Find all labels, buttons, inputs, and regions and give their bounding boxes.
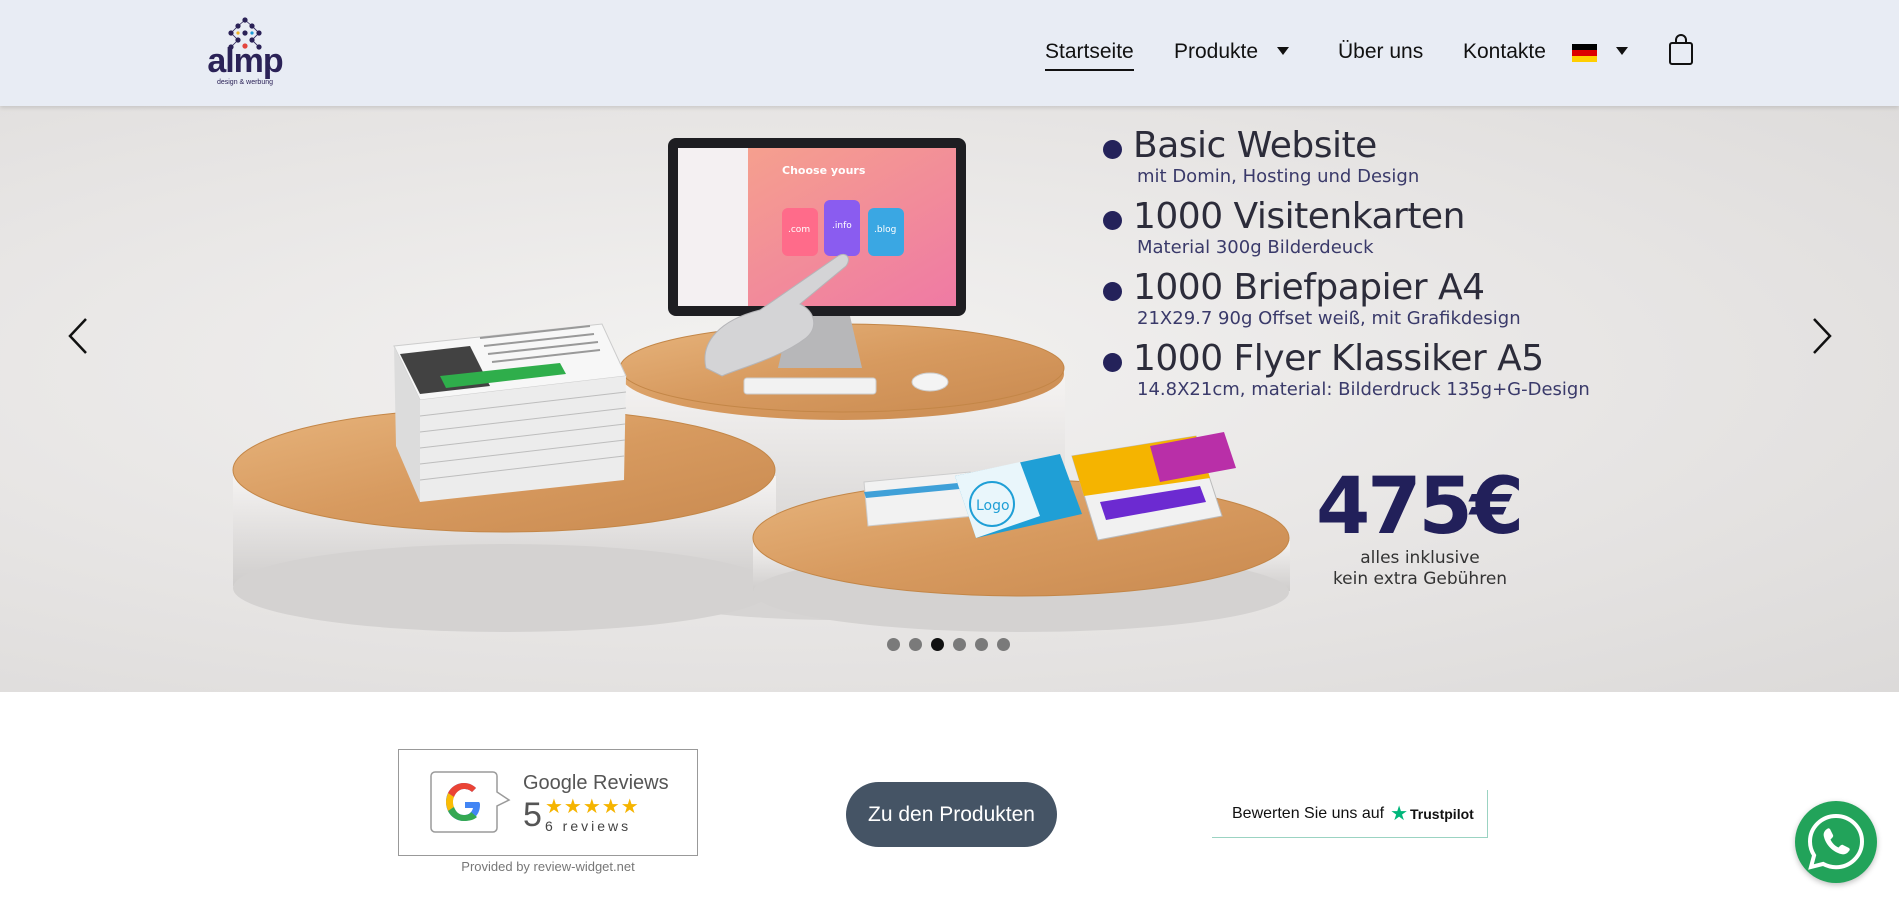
slide-dot[interactable] xyxy=(953,638,966,651)
provided-by-link[interactable]: Provided by review-widget.net xyxy=(398,859,698,874)
bullet-icon xyxy=(1103,140,1122,159)
prev-slide-button[interactable] xyxy=(58,311,98,361)
offer-title: Basic Website xyxy=(1133,125,1377,166)
offer-list: Basic Website mit Domin, Hosting und Des… xyxy=(1103,126,1623,410)
nav-kontakte[interactable]: Kontakte xyxy=(1463,40,1546,64)
chevron-right-icon xyxy=(1813,318,1832,354)
products-cta-button[interactable]: Zu den Produkten xyxy=(846,782,1057,847)
screen-title: Choose yours xyxy=(782,164,866,177)
google-reviews-title: Google Reviews xyxy=(523,772,669,794)
price-note-line: alles inklusive xyxy=(1360,548,1480,568)
google-reviews-count: 6 reviews xyxy=(545,818,632,834)
svg-text:.blog: .blog xyxy=(874,225,896,235)
svg-text:.info: .info xyxy=(832,221,852,231)
produkte-dropdown-icon[interactable] xyxy=(1277,47,1289,55)
shopping-bag-icon[interactable] xyxy=(1668,34,1694,66)
offer-title: 1000 Flyer Klassiker A5 xyxy=(1133,338,1544,379)
language-dropdown-icon[interactable] xyxy=(1616,47,1628,55)
site-logo[interactable]: almp design & werbung xyxy=(205,16,285,90)
offer-item: Basic Website mit Domin, Hosting und Des… xyxy=(1103,126,1623,188)
star-rating-icon: ★★★★★ xyxy=(545,796,640,818)
offer-subtitle: mit Domin, Hosting und Design xyxy=(1137,166,1420,187)
slide-dot[interactable] xyxy=(975,638,988,651)
trustpilot-widget[interactable]: Bewerten Sie uns auf ★ Trustpilot xyxy=(1212,790,1488,838)
nav-startseite[interactable]: Startseite xyxy=(1045,40,1134,71)
offer-item: 1000 Briefpapier A4 21X29.7 90g Offset w… xyxy=(1103,268,1623,330)
logo-text: almp xyxy=(207,42,283,80)
offer-item: 1000 Flyer Klassiker A5 14.8X21cm, mater… xyxy=(1103,339,1623,401)
bullet-icon xyxy=(1103,211,1122,230)
bullet-icon xyxy=(1103,282,1122,301)
google-reviews-widget[interactable]: Google Reviews 5 ★★★★★ 6 reviews xyxy=(398,749,698,856)
hero-slider: Choose yours .com .info .blog Logo Basic… xyxy=(0,106,1899,692)
de-flag-icon[interactable] xyxy=(1572,44,1597,62)
trustpilot-brand: Trustpilot xyxy=(1410,805,1474,822)
svg-text:.com: .com xyxy=(788,225,810,235)
slide-dot[interactable] xyxy=(997,638,1010,651)
whatsapp-icon xyxy=(1807,813,1865,870)
nav-ueber-uns[interactable]: Über uns xyxy=(1338,40,1423,64)
bullet-icon xyxy=(1103,353,1122,372)
price-note-line: kein extra Gebühren xyxy=(1332,569,1508,589)
offer-title: 1000 Visitenkarten xyxy=(1133,196,1465,237)
logo-card-text: Logo xyxy=(976,498,1010,514)
slide-dot-active[interactable] xyxy=(931,638,944,651)
price-note: alles inklusive kein extra Gebühren xyxy=(1290,548,1550,590)
whatsapp-chat-button[interactable] xyxy=(1795,801,1877,883)
google-icon xyxy=(429,770,513,834)
offer-subtitle: 21X29.7 90g Offset weiß, mit Grafikdesig… xyxy=(1137,308,1521,329)
offer-subtitle: Material 300g Bilderdeuck xyxy=(1137,237,1374,258)
google-reviews-score: 5 xyxy=(523,796,542,834)
slide-dot[interactable] xyxy=(909,638,922,651)
slide-dot[interactable] xyxy=(887,638,900,651)
nav-produkte[interactable]: Produkte xyxy=(1174,40,1258,64)
chevron-left-icon xyxy=(68,318,87,354)
trustpilot-text: Bewerten Sie uns auf xyxy=(1232,804,1385,822)
offer-title: 1000 Briefpapier A4 xyxy=(1133,267,1485,308)
site-header: almp design & werbung Startseite Produkt… xyxy=(0,0,1899,106)
offer-price: 475€ xyxy=(1316,462,1524,552)
next-slide-button[interactable] xyxy=(1802,311,1842,361)
slide-indicators xyxy=(887,638,1010,651)
offer-subtitle: 14.8X21cm, material: Bilderdruck 135g+G-… xyxy=(1137,379,1590,400)
logo-tagline: design & werbung xyxy=(216,79,274,86)
trustpilot-star-icon: ★ xyxy=(1390,803,1409,825)
offer-item: 1000 Visitenkarten Material 300g Bilderd… xyxy=(1103,197,1623,259)
